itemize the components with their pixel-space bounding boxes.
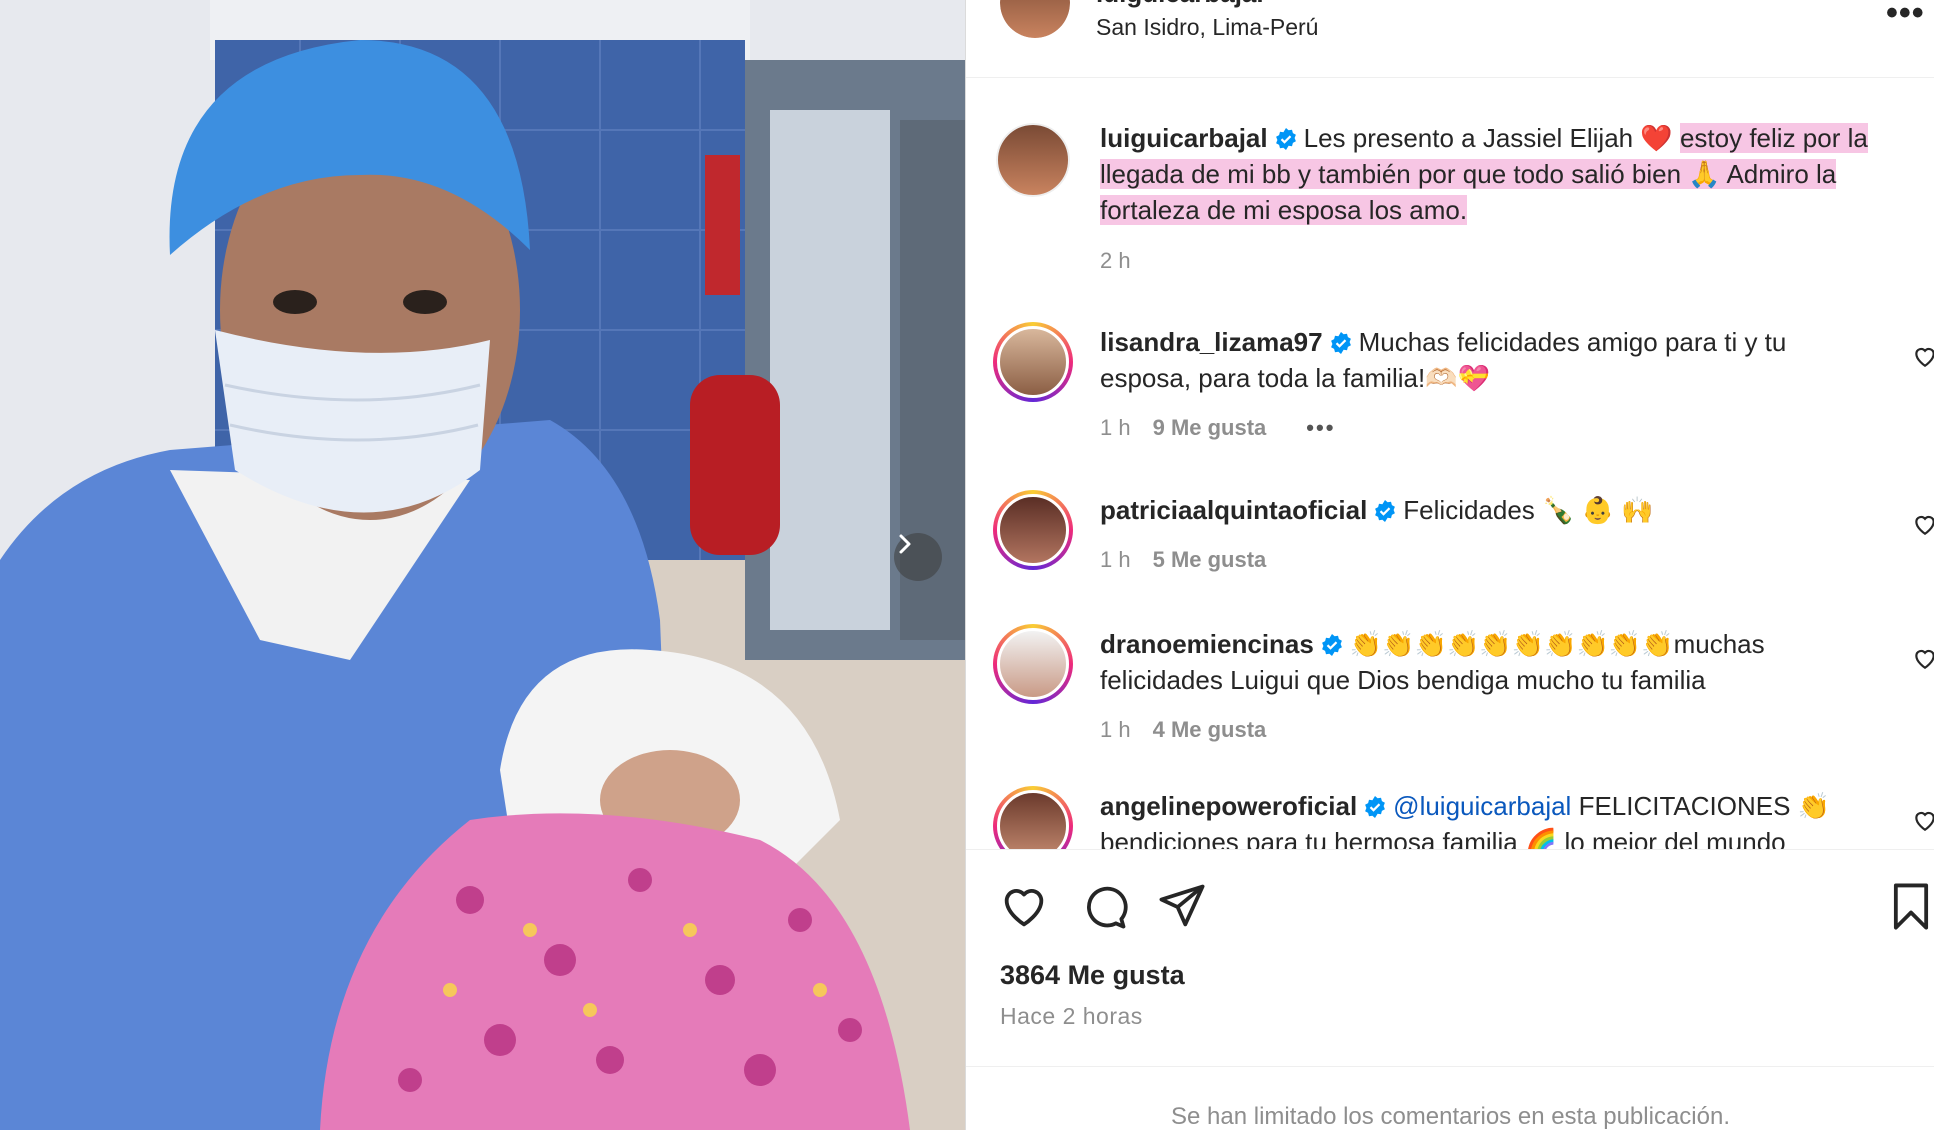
author-avatar[interactable] bbox=[1000, 0, 1070, 38]
comment-bubble-icon[interactable] bbox=[1078, 880, 1130, 932]
comment-username[interactable]: angelinepoweroficial bbox=[1100, 791, 1357, 821]
comment-more-icon[interactable]: ••• bbox=[1306, 415, 1335, 440]
comment-time: 1 h bbox=[1100, 547, 1131, 572]
commenter-avatar[interactable] bbox=[993, 624, 1073, 704]
verified-badge-icon bbox=[1275, 128, 1296, 150]
commenter-avatar[interactable] bbox=[993, 322, 1073, 402]
post-photo bbox=[0, 0, 965, 1130]
comment-time: 1 h bbox=[1100, 415, 1131, 440]
caption-username[interactable]: luiguicarbajal bbox=[1100, 123, 1268, 153]
comment-time: 1 h bbox=[1100, 717, 1131, 742]
comment-text: Felicidades 🍾 👶 🙌 bbox=[1403, 495, 1654, 525]
comment-like-heart-icon[interactable] bbox=[1912, 645, 1934, 671]
post-image bbox=[0, 0, 965, 1130]
caption-highlight-3: fortaleza de mi esposa los amo. bbox=[1100, 195, 1468, 225]
likes-count[interactable]: 3864 Me gusta bbox=[1000, 960, 1185, 991]
commenter-avatar[interactable] bbox=[993, 490, 1073, 570]
actions-divider bbox=[966, 849, 1934, 850]
post-side-panel: luiguicarbajal San Isidro, Lima-Perú •••… bbox=[965, 0, 1934, 1130]
commenter-avatar[interactable] bbox=[993, 786, 1073, 849]
comment-text: Muchas felicidades amigo para ti y tu bbox=[1358, 327, 1787, 357]
bookmark-icon[interactable] bbox=[1885, 880, 1934, 932]
comment-text-cont: esposa, para toda la familia!🫶🏻💝 bbox=[1100, 363, 1490, 393]
comment-text: 👏👏👏👏👏👏👏👏👏👏muchas bbox=[1349, 629, 1765, 659]
chevron-right-icon bbox=[899, 534, 911, 554]
caption-text: Les presento a Jassiel Elijah ❤️ bbox=[1303, 123, 1673, 153]
comment-username[interactable]: dranoemiencinas bbox=[1100, 629, 1314, 659]
verified-badge-icon bbox=[1375, 500, 1396, 522]
caption-highlight-1: estoy feliz por la bbox=[1679, 123, 1868, 153]
next-photo-button[interactable] bbox=[894, 533, 942, 581]
comment-mention[interactable]: @luiguicarbajal bbox=[1393, 791, 1571, 821]
paper-plane-icon[interactable] bbox=[1156, 880, 1208, 932]
footer-divider bbox=[966, 1066, 1934, 1067]
comment-text-cont: bendiciones para tu hermosa familia 🌈 lo… bbox=[1100, 827, 1786, 849]
verified-badge-icon bbox=[1330, 332, 1351, 354]
comment-likes[interactable]: 5 Me gusta bbox=[1153, 547, 1267, 572]
comment-likes[interactable]: 4 Me gusta bbox=[1153, 717, 1267, 742]
post-actions-bar bbox=[966, 880, 1934, 940]
post-location[interactable]: San Isidro, Lima-Perú bbox=[1096, 14, 1318, 41]
comments-list[interactable]: luiguicarbajal Les presento a Jassiel Eli… bbox=[966, 76, 1934, 849]
author-username[interactable]: luiguicarbajal bbox=[1096, 0, 1264, 9]
caption-avatar[interactable] bbox=[996, 123, 1070, 197]
caption-time: 2 h bbox=[1100, 248, 1131, 273]
comment-username[interactable]: lisandra_lizama97 bbox=[1100, 327, 1323, 357]
verified-badge-icon bbox=[1365, 796, 1386, 818]
comment-like-heart-icon[interactable] bbox=[1912, 343, 1934, 369]
post-time-ago[interactable]: Hace 2 horas bbox=[1000, 1003, 1143, 1030]
heart-icon[interactable] bbox=[998, 880, 1050, 932]
comments-limited-notice: Se han limitado los comentarios en esta … bbox=[1171, 1103, 1730, 1130]
more-options-icon[interactable]: ••• bbox=[1886, 0, 1925, 33]
comment-text: FELICITACIONES 👏 bbox=[1578, 791, 1831, 821]
caption-highlight-2: llegada de mi bb y también por que todo … bbox=[1100, 159, 1837, 189]
comment-text-cont: felicidades Luigui que Dios bendiga much… bbox=[1100, 665, 1706, 695]
verified-badge-icon bbox=[1321, 634, 1342, 656]
comment-like-heart-icon[interactable] bbox=[1912, 511, 1934, 537]
comment-likes[interactable]: 9 Me gusta bbox=[1153, 415, 1267, 440]
comment-username[interactable]: patriciaalquintaoficial bbox=[1100, 495, 1367, 525]
comment-like-heart-icon[interactable] bbox=[1912, 807, 1934, 833]
